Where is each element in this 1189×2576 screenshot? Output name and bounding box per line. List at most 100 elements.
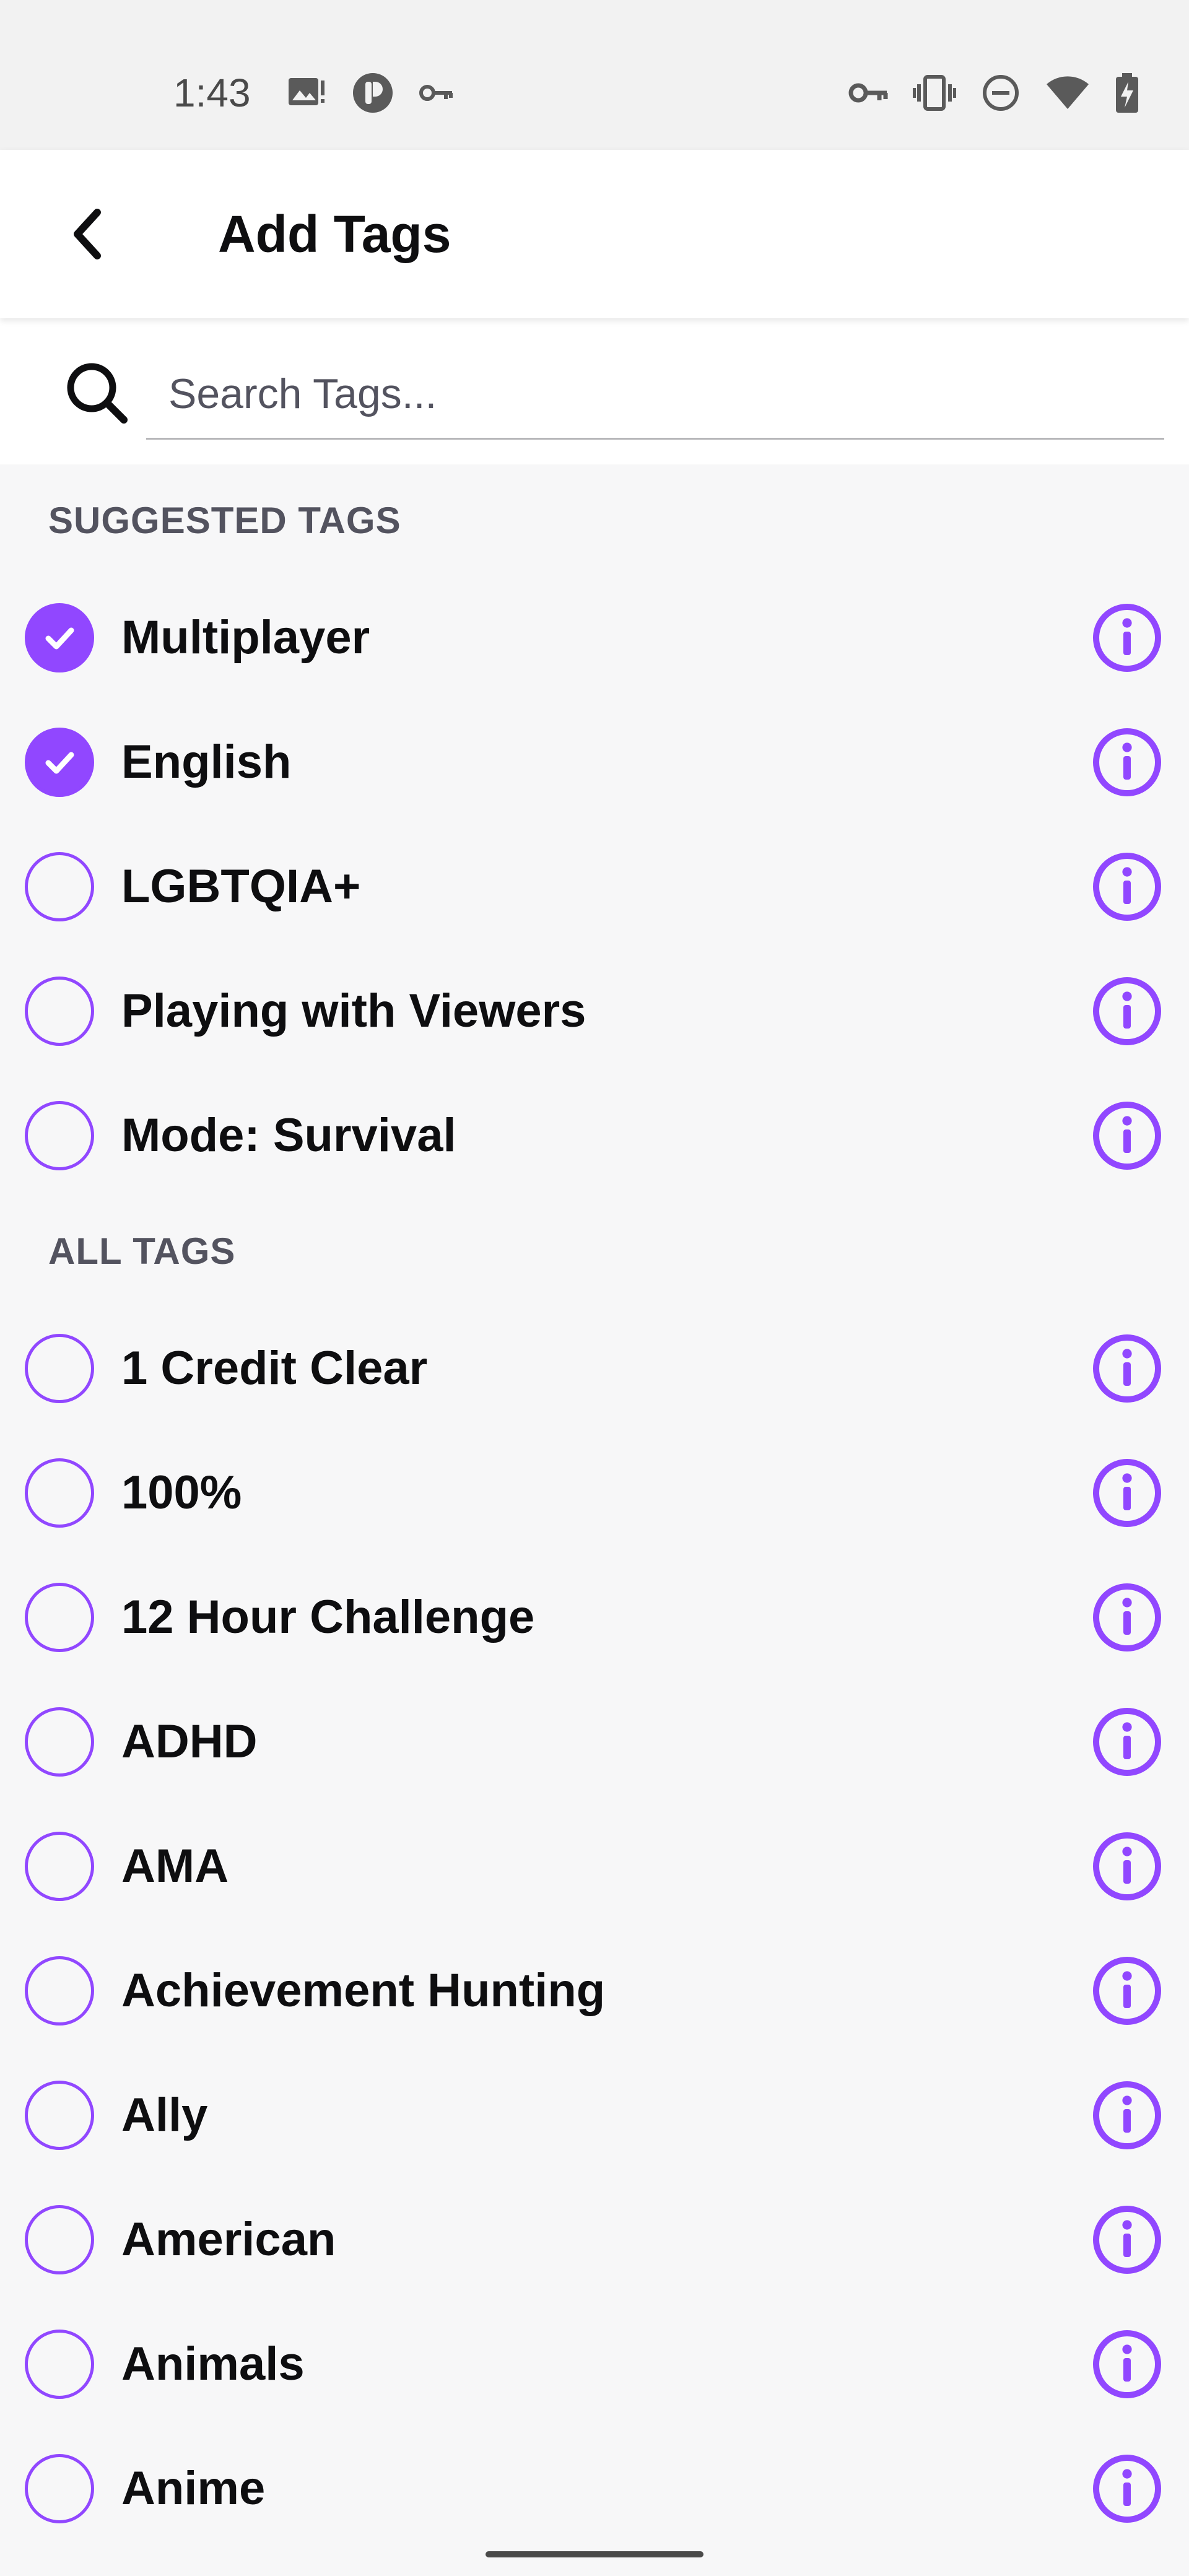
tag-checkbox[interactable] (25, 852, 94, 921)
tag-checkbox[interactable] (25, 1707, 94, 1777)
tag-info-button[interactable] (1092, 2081, 1162, 2150)
tag-checkbox[interactable] (25, 2454, 94, 2523)
tag-row[interactable]: Anime (0, 2427, 1189, 2551)
tag-label: Playing with Viewers (121, 985, 586, 1037)
tag-info-button[interactable] (1092, 1334, 1162, 1403)
tag-label: Multiplayer (121, 611, 370, 664)
chevron-left-icon (74, 209, 101, 259)
status-left-icons (287, 68, 453, 118)
vpn-key-icon (419, 85, 453, 101)
search-icon-wrap (59, 355, 134, 430)
page-title: Add Tags (218, 205, 451, 263)
tag-label: American (121, 2213, 336, 2266)
gallery-icon (289, 78, 324, 105)
tag-info-button[interactable] (1092, 1458, 1162, 1528)
tag-row[interactable]: 100% (0, 1431, 1189, 1555)
app-badge-icon (353, 73, 393, 113)
search-bar (0, 318, 1189, 464)
section-header-suggested: SUGGESTED TAGS (48, 500, 401, 541)
tag-label: LGBTQIA+ (121, 860, 361, 913)
tag-checkbox[interactable] (25, 1458, 94, 1528)
wifi-icon (1047, 76, 1089, 109)
tag-row[interactable]: 12 Hour Challenge (0, 1556, 1189, 1679)
tag-label: Mode: Survival (121, 1109, 456, 1162)
tag-checkbox[interactable] (25, 2205, 94, 2274)
vpn-key-icon (848, 83, 888, 103)
search-input[interactable] (146, 349, 1164, 440)
vibrate-icon (913, 75, 956, 111)
tag-info-button[interactable] (1092, 1101, 1162, 1170)
tag-row[interactable]: Achievement Hunting (0, 1929, 1189, 2053)
do-not-disturb-icon (983, 75, 1019, 111)
tag-info-button[interactable] (1092, 1707, 1162, 1777)
tag-info-button[interactable] (1092, 852, 1162, 921)
tag-row[interactable]: Ally (0, 2053, 1189, 2177)
tag-row[interactable]: English (0, 700, 1189, 824)
tag-info-button[interactable] (1092, 1832, 1162, 1901)
info-icon (1093, 728, 1161, 796)
tag-label: Animals (121, 2338, 305, 2390)
tag-info-button[interactable] (1092, 1956, 1162, 2026)
tag-row[interactable]: American (0, 2178, 1189, 2302)
info-icon (1093, 2081, 1161, 2149)
back-button[interactable] (43, 191, 130, 277)
info-icon (1093, 1957, 1161, 2025)
status-right-icons (848, 68, 1139, 118)
tag-checkbox[interactable] (25, 977, 94, 1046)
info-icon (1093, 1708, 1161, 1776)
info-icon (1093, 2455, 1161, 2523)
tag-label: English (121, 736, 292, 788)
tag-info-button[interactable] (1092, 2454, 1162, 2523)
tag-label: Ally (121, 2089, 208, 2141)
tag-label: ADHD (121, 1715, 258, 1768)
info-icon (1093, 1334, 1161, 1403)
tag-label: Anime (121, 2462, 266, 2515)
tag-checkbox[interactable] (25, 1583, 94, 1652)
tag-info-button[interactable] (1092, 977, 1162, 1046)
tag-row[interactable]: Animals (0, 2302, 1189, 2426)
info-icon (1093, 2330, 1161, 2398)
tag-row[interactable]: Playing with Viewers (0, 949, 1189, 1073)
info-icon (1093, 2206, 1161, 2274)
status-time: 1:43 (173, 71, 251, 115)
info-icon (1093, 1583, 1161, 1651)
tag-row[interactable]: Multiplayer (0, 576, 1189, 700)
tag-info-button[interactable] (1092, 2330, 1162, 2399)
info-icon (1093, 604, 1161, 672)
tag-info-button[interactable] (1092, 603, 1162, 672)
tag-checkbox[interactable] (25, 1832, 94, 1901)
tag-checkbox[interactable] (25, 1956, 94, 2026)
tag-label: Achievement Hunting (121, 1964, 606, 2017)
info-icon (1093, 1459, 1161, 1527)
search-icon (67, 363, 128, 424)
tag-row[interactable]: AMA (0, 1804, 1189, 1928)
tag-row[interactable]: LGBTQIA+ (0, 825, 1189, 949)
check-icon (45, 627, 74, 650)
tag-checkbox[interactable] (25, 1101, 94, 1170)
check-icon (45, 752, 74, 774)
tag-checkbox[interactable] (25, 2330, 94, 2399)
tag-label: 12 Hour Challenge (121, 1591, 535, 1643)
tag-checkbox[interactable] (25, 1334, 94, 1403)
app-bar: Add Tags (0, 150, 1189, 318)
tag-row[interactable]: 1 Credit Clear (0, 1307, 1189, 1430)
tag-checkbox-checked[interactable] (25, 728, 94, 797)
tag-info-button[interactable] (1092, 728, 1162, 797)
status-bar: 1:43 (0, 0, 1189, 150)
info-icon (1093, 853, 1161, 921)
section-header-all: ALL TAGS (48, 1230, 236, 1272)
tag-checkbox-checked[interactable] (25, 603, 94, 672)
tag-label: AMA (121, 1840, 229, 1892)
battery-charging-icon (1116, 73, 1138, 113)
tag-info-button[interactable] (1092, 2205, 1162, 2274)
tag-label: 100% (121, 1466, 242, 1519)
info-icon (1093, 1102, 1161, 1170)
home-indicator[interactable] (486, 2551, 703, 2557)
tag-row[interactable]: ADHD (0, 1680, 1189, 1804)
tag-info-button[interactable] (1092, 1583, 1162, 1652)
info-icon (1093, 977, 1161, 1045)
tag-checkbox[interactable] (25, 2081, 94, 2150)
tag-row[interactable]: Mode: Survival (0, 1074, 1189, 1198)
info-icon (1093, 1832, 1161, 1900)
tag-label: 1 Credit Clear (121, 1342, 428, 1395)
